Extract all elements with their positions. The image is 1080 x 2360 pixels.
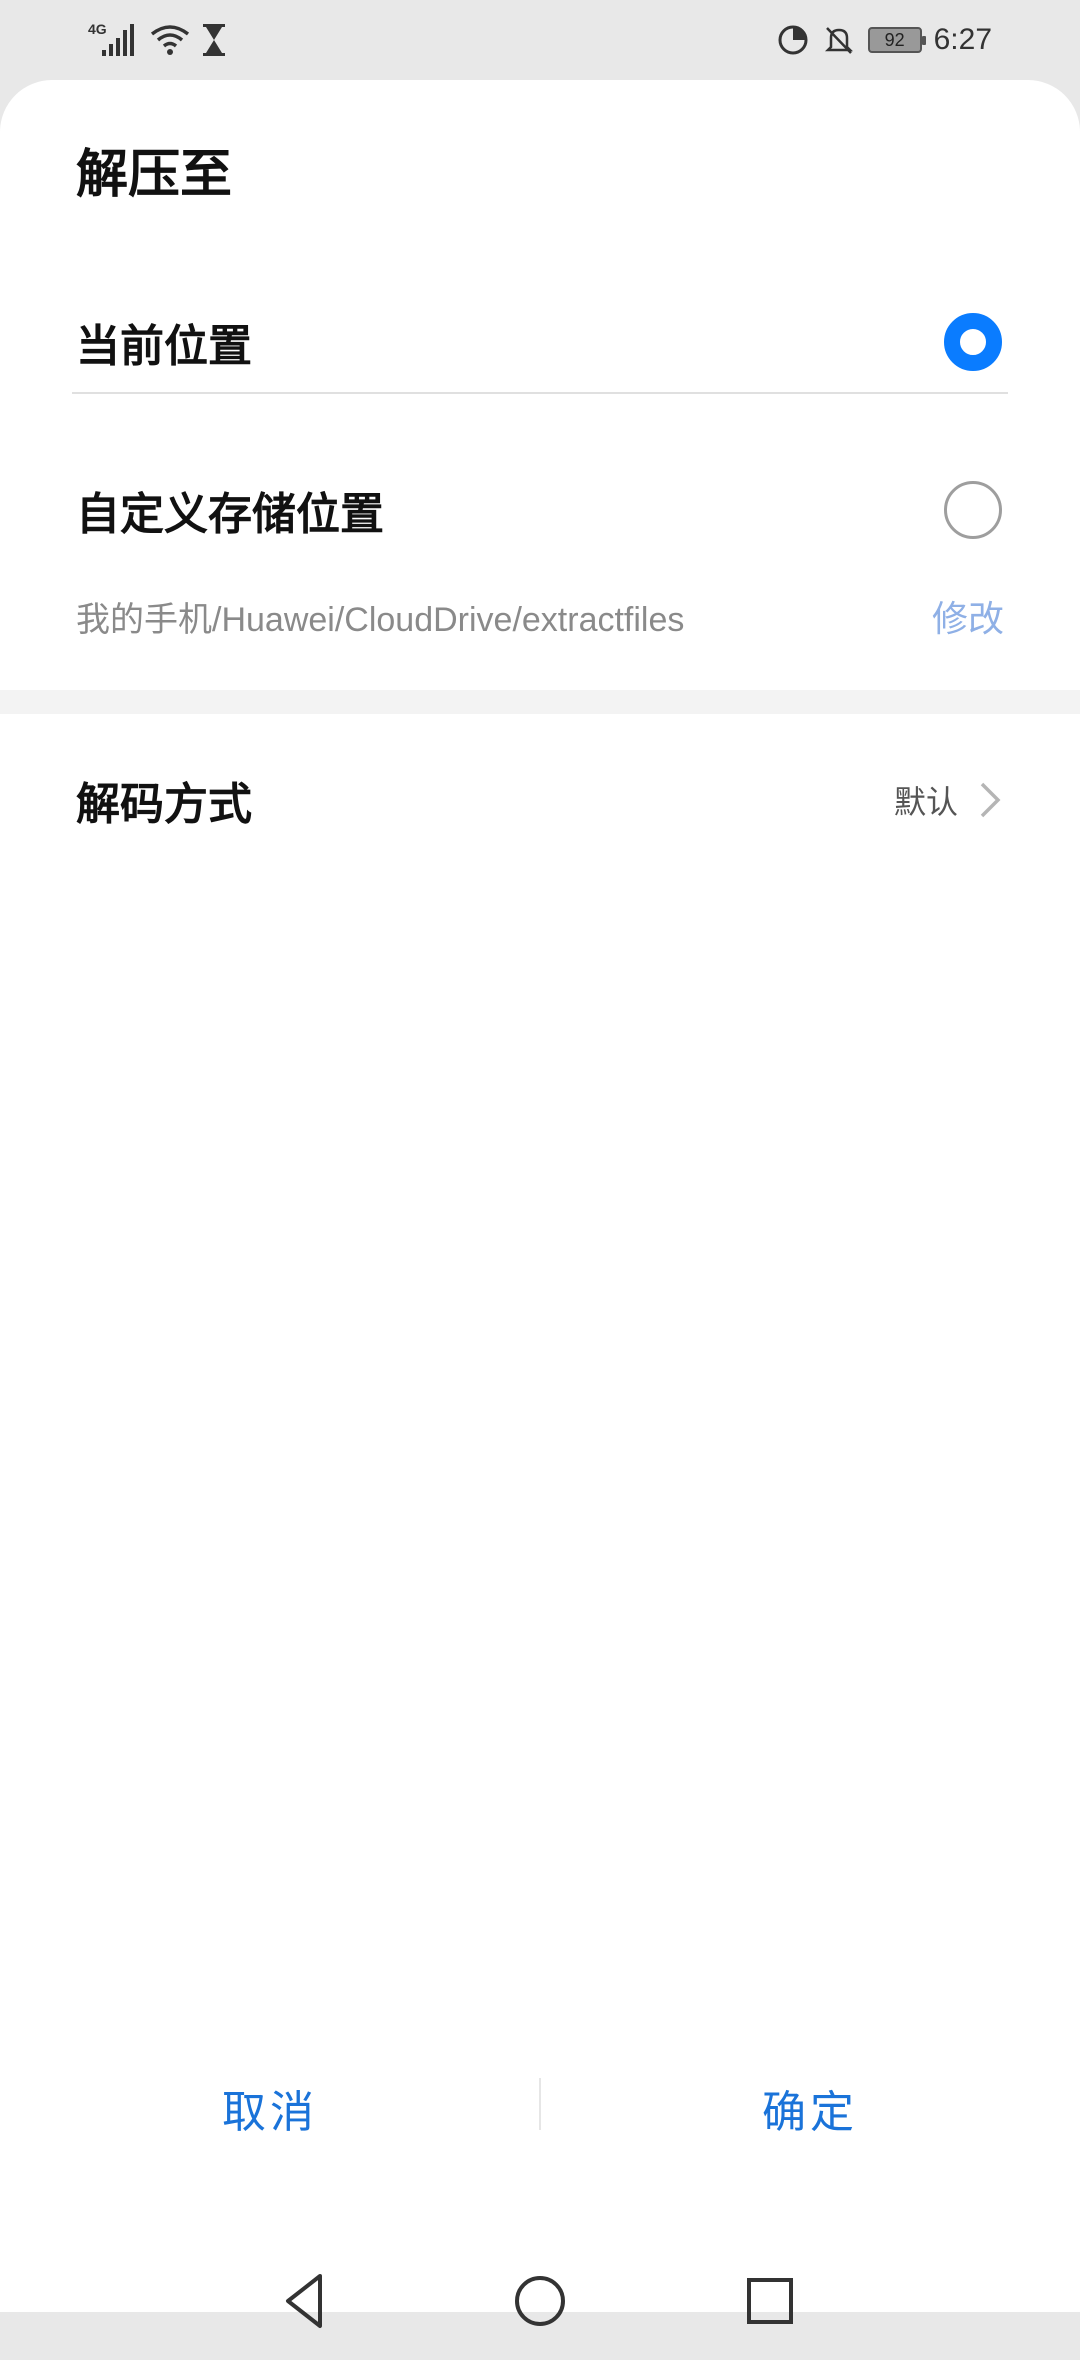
modify-button[interactable]: 修改 (932, 590, 1004, 642)
cancel-button[interactable]: 取消 (0, 2048, 540, 2168)
option-custom-location[interactable]: 自定义存储位置 (0, 450, 1080, 570)
option-label: 自定义存储位置 (76, 489, 384, 540)
radio-custom-location[interactable] (944, 481, 1002, 539)
status-time: 6:27 (933, 23, 992, 56)
wifi-icon (150, 25, 190, 55)
decode-method-value: 默认 (893, 783, 958, 821)
radio-current-location[interactable] (944, 313, 1002, 371)
dialog-actions: 取消 确定 (0, 2048, 1080, 2168)
navigation-bar (0, 2240, 1080, 2360)
recents-icon[interactable] (735, 2266, 805, 2336)
home-icon[interactable] (505, 2266, 575, 2336)
status-right: 92 6:27 (776, 18, 992, 62)
option-label: 当前位置 (76, 321, 252, 372)
battery-level: 92 (884, 29, 905, 50)
confirm-button[interactable]: 确定 (540, 2048, 1080, 2168)
custom-path-text: 我的手机/Huawei/CloudDrive/extractfiles (76, 601, 685, 639)
extract-dialog: 解压至 当前位置 自定义存储位置 我的手机/Huawei/CloudDrive/… (0, 80, 1080, 2328)
status-bar: 4G 92 6:27 (0, 0, 1080, 80)
battery-icon: 92 (867, 27, 926, 53)
hourglass-icon (203, 24, 225, 56)
bell-off-icon (824, 27, 853, 54)
option-current-location[interactable]: 当前位置 (0, 282, 1080, 402)
decode-method-row[interactable]: 解码方式 默认 (0, 740, 1080, 860)
dialog-title: 解压至 (76, 144, 233, 205)
data-saver-icon (778, 25, 808, 55)
section-separator (0, 690, 1080, 714)
signal-icon: 4G (88, 21, 134, 56)
svg-text:4G: 4G (88, 21, 107, 37)
status-left: 4G (88, 18, 228, 62)
chevron-right-icon (980, 782, 1001, 818)
decode-method-label: 解码方式 (76, 779, 252, 830)
back-icon[interactable] (270, 2266, 340, 2336)
divider (72, 392, 1008, 394)
